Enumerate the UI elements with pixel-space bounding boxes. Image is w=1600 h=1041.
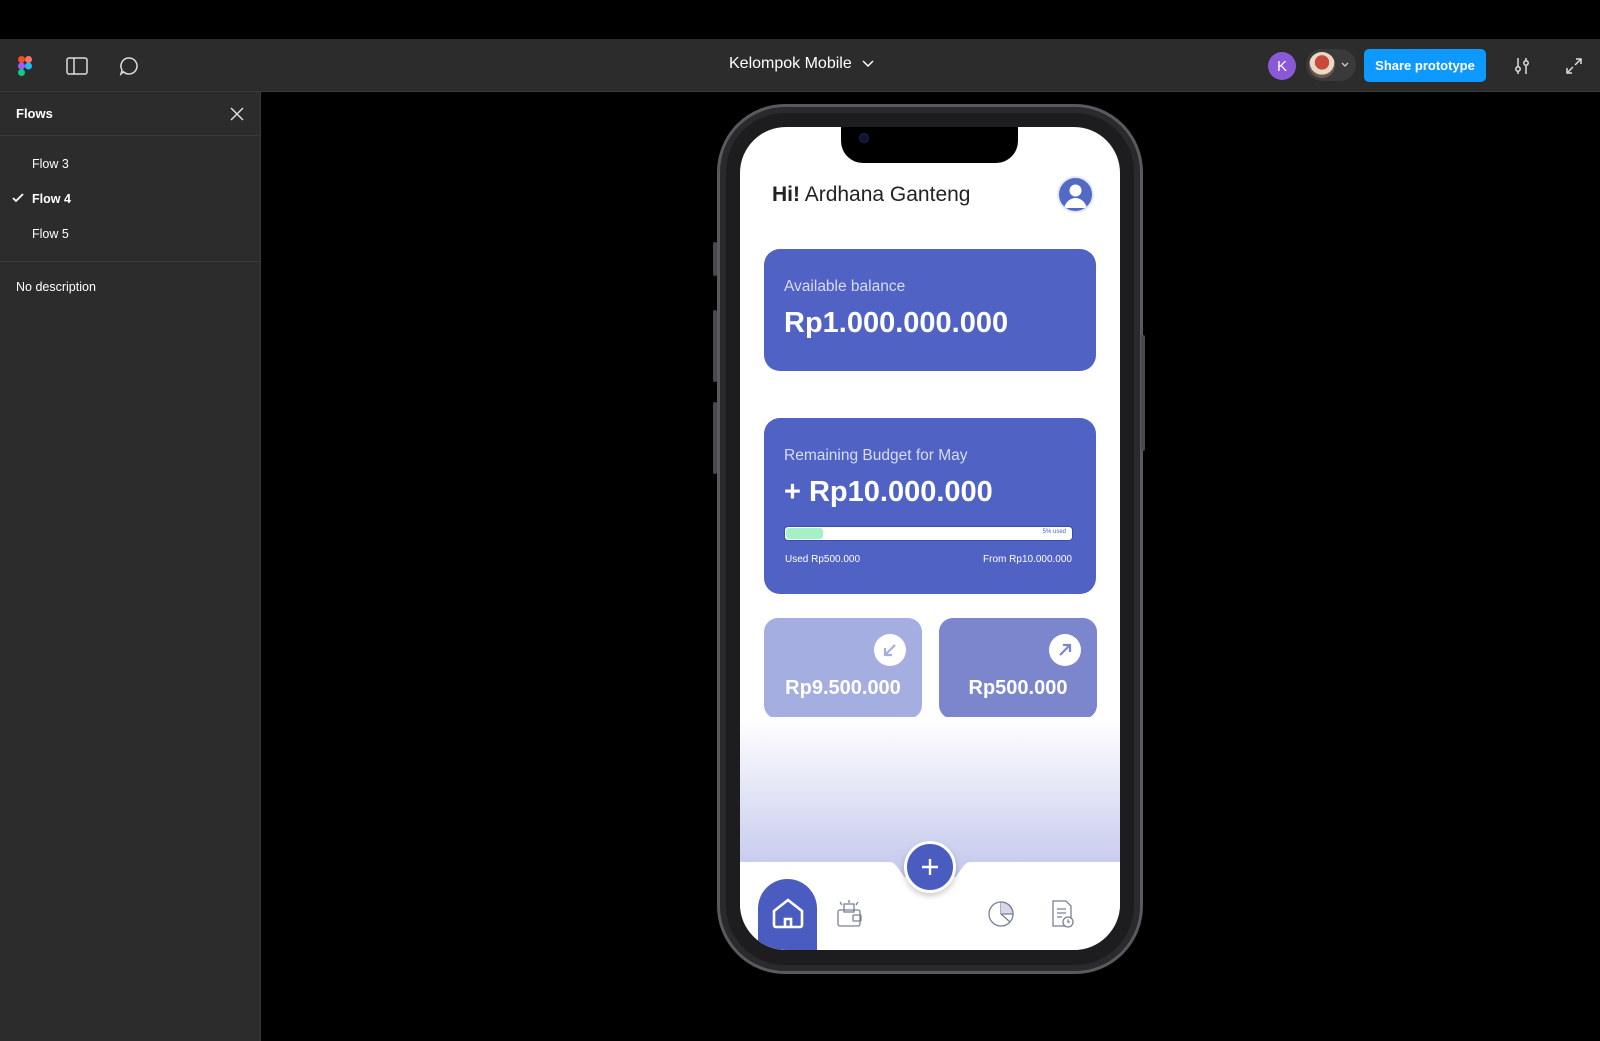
- camera-icon: [859, 133, 869, 143]
- budget-used-text: Used Rp500.000: [785, 554, 861, 565]
- pie-chart-icon: [988, 901, 1014, 927]
- file-title-dropdown[interactable]: Kelompok Mobile: [729, 55, 874, 73]
- expense-value: Rp500.000: [968, 677, 1068, 699]
- balance-card[interactable]: Available balance Rp1.000.000.000: [764, 249, 1096, 371]
- expense-card[interactable]: Rp500.000: [939, 618, 1097, 719]
- settings-sliders-icon[interactable]: [1507, 51, 1537, 81]
- user-avatar-menu[interactable]: [1306, 49, 1356, 81]
- flow-item-label: Flow 4: [32, 191, 71, 206]
- flows-panel-title: Flows: [16, 106, 53, 121]
- wallet-icon: [837, 900, 862, 927]
- income-value: Rp9.500.000: [785, 677, 901, 699]
- home-icon: [772, 898, 803, 929]
- close-icon[interactable]: [230, 106, 244, 121]
- flow-description: No description: [16, 280, 96, 294]
- flows-panel-header: Flows: [0, 92, 260, 136]
- expand-icon[interactable]: [1559, 51, 1589, 81]
- budget-from-text: From Rp10.000.000: [983, 554, 1072, 565]
- plus-icon: [922, 859, 938, 875]
- balance-label: Available balance: [784, 278, 906, 295]
- greeting-prefix: Hi!: [772, 183, 800, 206]
- nav-statistics-button[interactable]: [984, 897, 1018, 931]
- flow-item-4[interactable]: Flow 4: [0, 181, 260, 216]
- toolbar: Kelompok Mobile K Share prototype: [0, 39, 1600, 92]
- phone-notch: [841, 127, 1018, 163]
- profile-avatar-icon[interactable]: [1057, 176, 1094, 213]
- file-title: Kelompok Mobile: [729, 55, 852, 72]
- chevron-down-icon: [862, 60, 874, 68]
- flow-item-3[interactable]: Flow 3: [0, 146, 260, 181]
- budget-card[interactable]: Remaining Budget for May + Rp10.000.000 …: [764, 418, 1096, 594]
- flow-item-5[interactable]: Flow 5: [0, 216, 260, 251]
- figma-logo-icon[interactable]: [10, 51, 40, 81]
- phone-side-button: [713, 310, 717, 382]
- budget-label: Remaining Budget for May: [784, 447, 968, 464]
- nav-report-button[interactable]: [1046, 897, 1080, 931]
- phone-side-button: [713, 242, 717, 276]
- greeting: Hi! Ardhana Ganteng: [772, 183, 970, 207]
- nav-home-button[interactable]: [758, 879, 817, 950]
- arrow-down-left-icon: [874, 634, 906, 666]
- share-prototype-button[interactable]: Share prototype: [1364, 49, 1486, 82]
- window-top-strip: [0, 0, 1600, 39]
- greeting-name: Ardhana Ganteng: [804, 183, 971, 206]
- budget-value: + Rp10.000.000: [784, 476, 993, 508]
- budget-progress-badge: 5% used: [1042, 529, 1066, 535]
- nav-wallet-button[interactable]: [833, 897, 867, 931]
- flow-item-label: Flow 3: [32, 156, 69, 171]
- balance-value: Rp1.000.000.000: [784, 307, 1009, 339]
- income-card[interactable]: Rp9.500.000: [764, 618, 922, 719]
- checkmark-icon: [12, 193, 24, 203]
- phone-side-button: [1141, 335, 1145, 451]
- flow-item-label: Flow 5: [32, 226, 69, 241]
- report-icon: [1052, 900, 1074, 928]
- arrow-up-right-icon: [1049, 634, 1081, 666]
- sidebar-toggle-icon[interactable]: [62, 51, 92, 81]
- app-screen: Hi! Ardhana Ganteng Available balance Rp…: [740, 127, 1120, 950]
- comment-icon[interactable]: [114, 51, 144, 81]
- user-avatar-icon: [1309, 52, 1335, 78]
- budget-progress-fill: [786, 528, 823, 539]
- add-transaction-button[interactable]: [904, 841, 956, 893]
- avatar[interactable]: K: [1268, 52, 1296, 80]
- phone-side-button: [713, 402, 717, 474]
- flows-panel: Flows Flow 3 Flow 4 Flow 5 No descriptio…: [0, 92, 261, 1041]
- chevron-down-icon: [1341, 62, 1349, 67]
- flow-list: Flow 3 Flow 4 Flow 5: [0, 136, 260, 262]
- budget-progress-bar: 5% used: [784, 526, 1073, 541]
